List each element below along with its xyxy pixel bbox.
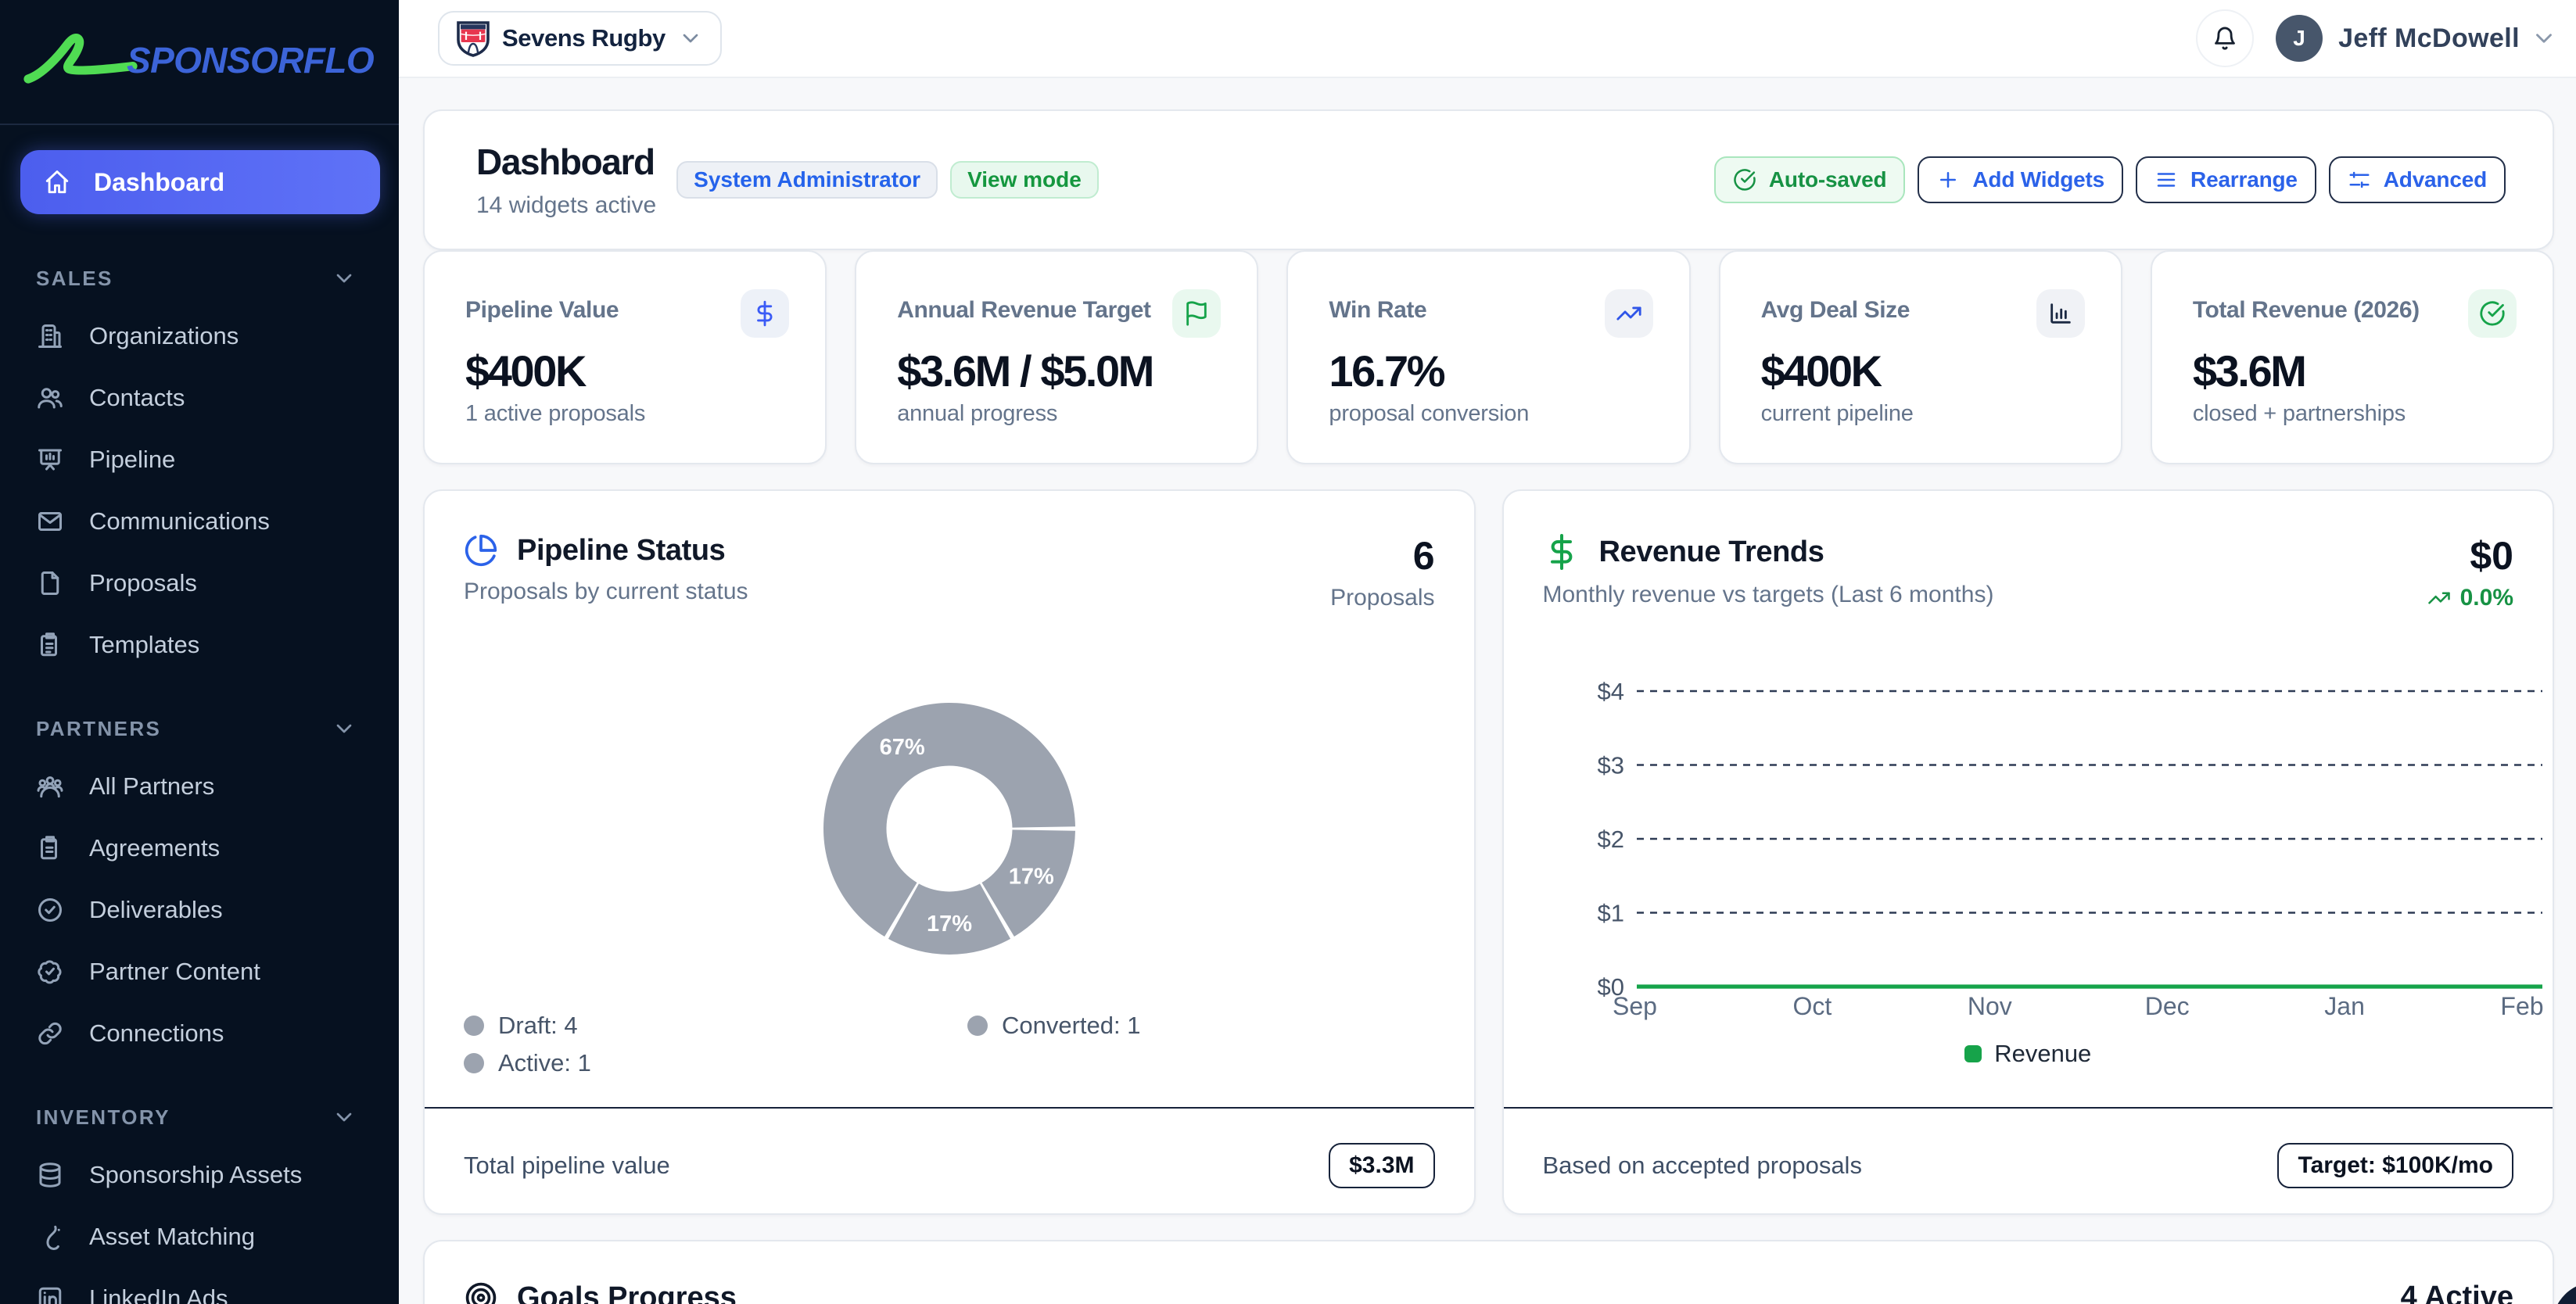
svg-text:67%: 67%	[879, 735, 924, 760]
svg-text:17%: 17%	[1009, 865, 1054, 890]
svg-text:$2: $2	[1597, 826, 1623, 853]
svg-text:Dec: Dec	[2144, 992, 2189, 1020]
svg-text:17%: 17%	[927, 912, 972, 937]
svg-text:$4: $4	[1597, 678, 1623, 705]
svg-text:Feb: Feb	[2500, 992, 2543, 1020]
svg-text:Oct: Oct	[1792, 992, 1832, 1020]
svg-text:Nov: Nov	[1967, 992, 2011, 1020]
svg-text:$1: $1	[1597, 899, 1623, 926]
svg-text:$3: $3	[1597, 752, 1623, 779]
svg-text:Jan: Jan	[2324, 992, 2365, 1020]
svg-text:SPONSORFLO: SPONSORFLO	[127, 40, 375, 81]
svg-text:Sep: Sep	[1613, 992, 1657, 1020]
